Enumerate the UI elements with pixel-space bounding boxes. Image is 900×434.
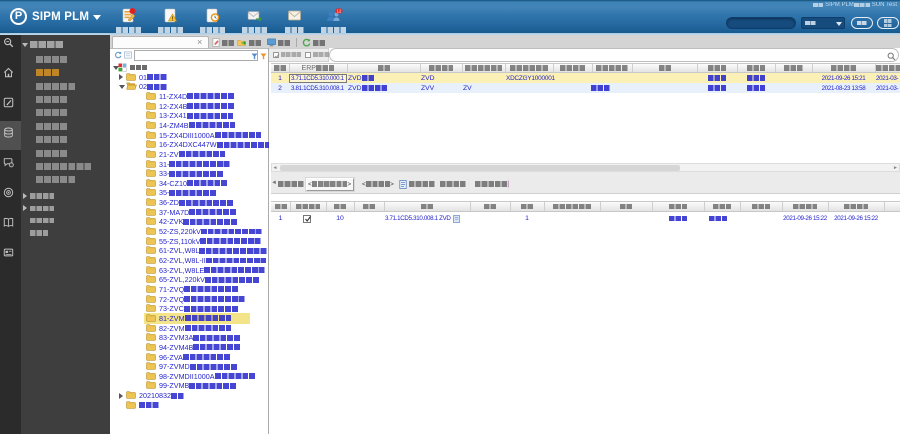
svg-text:12: 12 — [336, 9, 342, 14]
